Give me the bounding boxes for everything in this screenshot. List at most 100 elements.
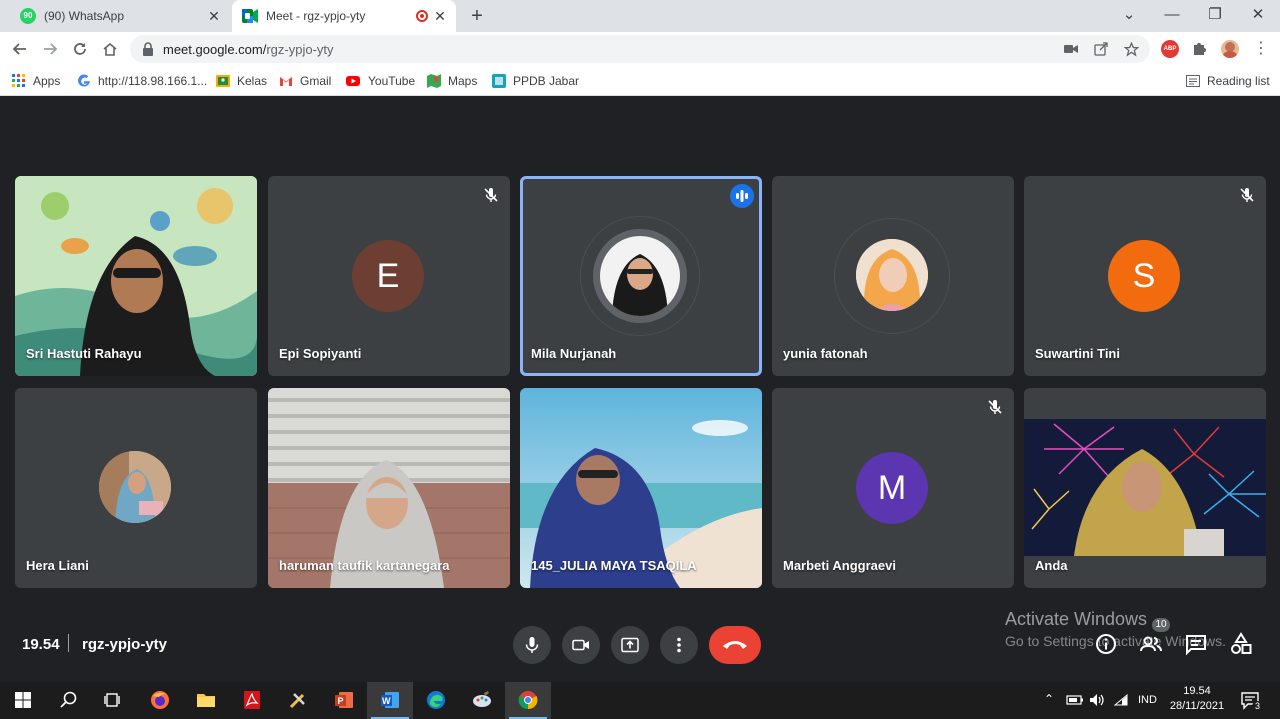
start-button[interactable]: [0, 682, 46, 719]
show-hidden-icons-chevron-up-icon[interactable]: ⌃: [1044, 692, 1054, 706]
task-view-button[interactable]: [90, 682, 136, 719]
camera-in-use-icon[interactable]: [1062, 40, 1080, 58]
bookmark-ppdb[interactable]: PPDB Jabar: [492, 72, 579, 90]
action-center-button[interactable]: 3: [1240, 690, 1263, 712]
taskbar-file-explorer[interactable]: [183, 682, 229, 719]
activities-shapes-icon: [1231, 632, 1252, 654]
arrow-right-icon: [44, 43, 58, 55]
participant-tile[interactable]: M Marbeti Anggraevi: [772, 388, 1014, 588]
microphone-button[interactable]: [513, 626, 551, 664]
svg-text:P: P: [338, 696, 344, 706]
reading-list-icon: [1186, 75, 1200, 87]
taskbar-word[interactable]: W: [367, 682, 413, 719]
participant-name: Marbeti Anggraevi: [783, 558, 896, 573]
participant-tile-active-speaker[interactable]: Mila Nurjanah: [520, 176, 762, 376]
taskbar-app-tools[interactable]: [275, 682, 321, 719]
new-tab-button[interactable]: +: [466, 5, 488, 27]
bookmark-ip[interactable]: http://118.98.166.1...: [77, 72, 207, 90]
info-icon: [1096, 634, 1116, 654]
participant-tile[interactable]: 145_JULIA MAYA TSAQILA: [520, 388, 762, 588]
chrome-menu-icon[interactable]: ⋮: [1252, 38, 1270, 57]
input-language[interactable]: IND: [1138, 694, 1157, 706]
share-icon[interactable]: [1092, 40, 1110, 58]
ppdb-icon: [492, 74, 506, 88]
participant-tile[interactable]: yunia fatonah: [772, 176, 1014, 376]
participant-tile[interactable]: haruman taufik kartanegara: [268, 388, 510, 588]
present-screen-icon: [621, 637, 639, 653]
profile-avatar[interactable]: [1221, 40, 1239, 58]
extensions-puzzle-icon[interactable]: [1191, 40, 1209, 58]
participant-tile[interactable]: Hera Liani: [15, 388, 257, 588]
chat-icon: [1186, 635, 1206, 656]
more-vert-icon: [677, 637, 681, 653]
taskbar-chrome[interactable]: [505, 682, 551, 719]
taskbar-search-button[interactable]: [46, 682, 92, 719]
taskbar-firefox[interactable]: [137, 682, 183, 719]
maps-icon: [427, 74, 441, 88]
participant-tile[interactable]: S Suwartini Tini: [1024, 176, 1266, 376]
bookmark-star-icon[interactable]: [1122, 40, 1140, 58]
people-icon: [1140, 636, 1162, 652]
home-icon: [103, 42, 117, 56]
home-button[interactable]: [98, 37, 122, 61]
bookmark-youtube-label: YouTube: [368, 74, 416, 88]
participant-name: Mila Nurjanah: [531, 346, 617, 361]
windows-taskbar: P W ⌃ IND: [0, 682, 1280, 719]
address-bar[interactable]: meet.google.com/rgz-ypjo-yty: [130, 35, 1150, 63]
bookmark-kelas[interactable]: Kelas: [216, 72, 267, 90]
url-text: meet.google.com/rgz-ypjo-yty: [163, 42, 334, 57]
divider: [68, 634, 69, 652]
palette-icon: [473, 691, 491, 707]
tab-whatsapp-close-icon[interactable]: ✕: [206, 8, 222, 24]
minimize-button[interactable]: —: [1150, 0, 1194, 32]
taskbar-acrobat[interactable]: [229, 682, 275, 719]
taskbar-paint[interactable]: [459, 682, 505, 719]
back-button[interactable]: [8, 37, 32, 61]
windows-logo-icon: [15, 692, 31, 708]
more-options-button[interactable]: [660, 626, 698, 664]
volume-icon[interactable]: [1089, 693, 1105, 707]
arrow-left-icon: [12, 43, 26, 55]
leave-call-button[interactable]: [709, 626, 761, 664]
search-icon: [60, 691, 77, 708]
participant-tile-self[interactable]: Anda: [1024, 388, 1266, 588]
meeting-details-button[interactable]: [1094, 632, 1118, 656]
participant-photo: [600, 236, 680, 316]
network-icon[interactable]: [1114, 694, 1128, 706]
tab-whatsapp[interactable]: 90 (90) WhatsApp ✕: [8, 0, 230, 32]
taskbar-edge[interactable]: [413, 682, 459, 719]
chat-button[interactable]: [1184, 632, 1208, 656]
reload-button[interactable]: [68, 37, 92, 61]
adblock-plus-icon[interactable]: ABP: [1161, 40, 1179, 58]
video-camera-icon: [572, 639, 589, 651]
tab-meet[interactable]: Meet - rgz-ypjo-yty ✕: [232, 0, 456, 32]
powerpoint-icon: P: [335, 692, 353, 708]
camera-button[interactable]: [562, 626, 600, 664]
battery-icon[interactable]: [1066, 694, 1084, 706]
participant-name: Anda: [1035, 558, 1068, 573]
bookmark-apps[interactable]: Apps: [12, 72, 60, 90]
call-end-icon: [723, 641, 747, 649]
bookmark-youtube[interactable]: YouTube: [345, 72, 415, 90]
forward-button[interactable]: [38, 37, 62, 61]
close-window-button[interactable]: ✕: [1236, 0, 1280, 32]
system-clock[interactable]: 19.54 28/11/2021: [1168, 684, 1226, 714]
bookmark-maps[interactable]: Maps: [427, 72, 477, 90]
activities-button[interactable]: [1229, 632, 1253, 656]
tab-meet-close-icon[interactable]: ✕: [432, 8, 448, 24]
reading-list-button[interactable]: Reading list: [1186, 72, 1270, 90]
maximize-button[interactable]: ❐: [1193, 0, 1237, 32]
participant-photo: [856, 239, 928, 311]
mic-off-icon: [1240, 188, 1254, 202]
present-screen-button[interactable]: [611, 626, 649, 664]
people-button[interactable]: [1139, 632, 1163, 656]
taskbar-powerpoint[interactable]: P: [321, 682, 367, 719]
bookmark-gmail-label: Gmail: [300, 74, 332, 88]
participant-tile[interactable]: E Epi Sopiyanti: [268, 176, 510, 376]
system-date: 28/11/2021: [1169, 700, 1225, 712]
tab-search-chevron-down-icon[interactable]: ⌄: [1107, 0, 1151, 32]
firefox-icon: [151, 691, 169, 709]
bookmark-gmail[interactable]: Gmail: [279, 72, 331, 90]
participant-tile[interactable]: Sri Hastuti Rahayu: [15, 176, 257, 376]
youtube-icon: [346, 76, 360, 86]
